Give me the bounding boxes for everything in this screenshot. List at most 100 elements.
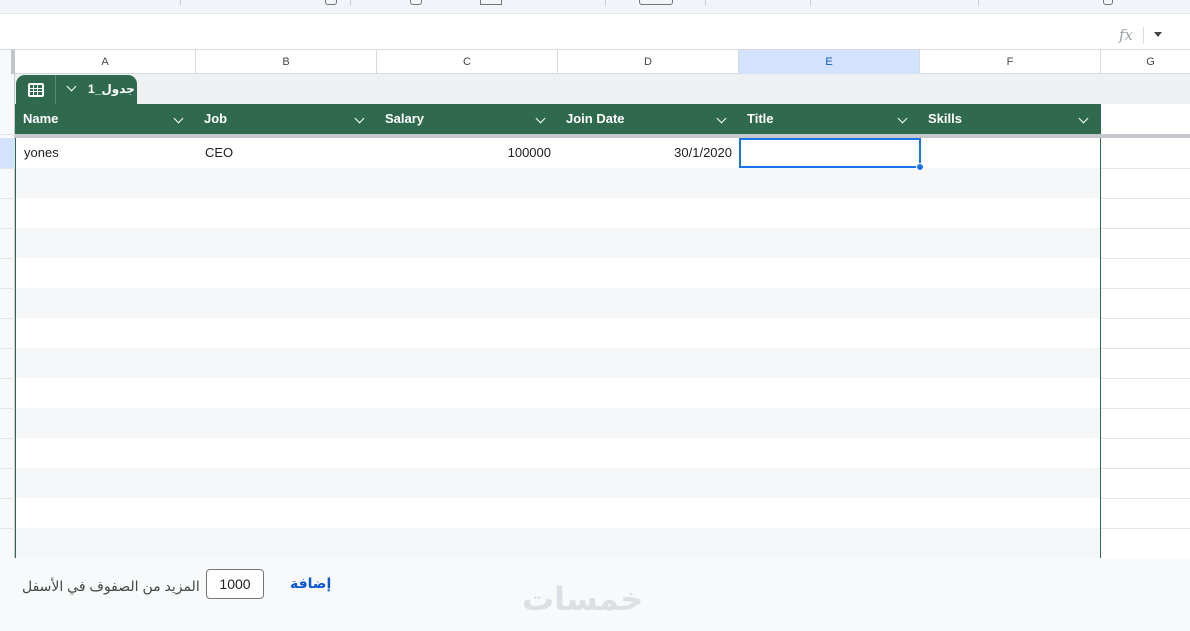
row-divider [0,228,15,229]
table-header-job[interactable]: Job [196,104,377,134]
table-row[interactable] [16,528,1100,558]
row-divider [1101,198,1190,199]
toolbar-separator [705,0,706,5]
table-row[interactable] [16,498,1100,528]
toolbar-separator [180,0,181,5]
watermark-logo: خمسات [522,580,644,618]
cell-skills[interactable] [921,138,1100,168]
toolbar-separator [605,0,606,5]
table-header-skills[interactable]: Skills [920,104,1101,134]
cell-salary[interactable]: 100000 [378,138,559,168]
cell-job[interactable]: CEO [197,138,378,168]
row-divider [0,198,15,199]
column-header-b[interactable]: B [196,50,377,74]
table-row[interactable] [16,468,1100,498]
toolbar-separator [978,0,979,5]
row-divider [1101,168,1190,169]
row-divider [0,134,15,135]
row-divider [0,408,15,409]
chevron-down-icon[interactable] [535,113,546,124]
row-divider [0,438,15,439]
toolbar-button[interactable] [410,0,422,5]
toolbar-button[interactable] [1103,0,1113,5]
expand-formula-bar-icon[interactable] [1154,32,1162,37]
column-header-e[interactable]: E [739,50,920,74]
table-row[interactable] [16,378,1100,408]
function-icon: fx [1119,26,1134,44]
row-divider [0,318,15,319]
table-icon[interactable] [16,75,56,104]
table-row[interactable] [16,228,1100,258]
row-divider [0,528,15,529]
column-header-g[interactable]: G [1101,50,1190,74]
table-row: yones CEO 100000 30/1/2020 [16,138,1100,168]
row-divider [1101,498,1190,499]
chevron-down-icon[interactable] [173,113,184,124]
formula-bar[interactable]: fx [0,20,1190,50]
cell-name[interactable]: yones [16,138,197,168]
table-body: yones CEO 100000 30/1/2020 [15,138,1101,558]
table-tab-strip [15,74,1190,104]
add-rows-button[interactable]: إضافة [290,575,331,592]
add-rows-footer: إضافة المزيد من الصفوف في الأسفل خمسات [0,558,1190,631]
table-row[interactable] [16,318,1100,348]
header-label: Join Date [566,111,625,126]
table-header-join-date[interactable]: Join Date [558,104,739,134]
row-divider [0,378,15,379]
column-header-a[interactable]: A [15,50,196,74]
more-rows-label: المزيد من الصفوف في الأسفل [22,578,200,594]
toolbar-button[interactable] [480,0,502,5]
row-divider [1101,258,1190,259]
row-divider [1101,468,1190,469]
column-header-f[interactable]: F [920,50,1101,74]
column-header-row: A B C D E F G [0,50,1190,74]
chevron-down-icon[interactable] [716,113,727,124]
header-label: Name [23,111,59,126]
header-label: Job [204,111,228,126]
toolbar-separator [810,0,811,5]
column-header-c[interactable]: C [377,50,558,74]
row-count-input[interactable] [206,569,264,599]
select-all-corner[interactable] [0,50,15,74]
row-divider [1101,528,1190,529]
chevron-down-icon[interactable] [1078,113,1089,124]
table-name: جدول_1 [88,82,135,96]
table-row[interactable] [16,348,1100,378]
row-divider [1101,348,1190,349]
row-divider [0,288,15,289]
table-row[interactable] [16,288,1100,318]
table-header-row: Name Job Salary Join Date Title Skills [15,104,1101,134]
row-divider [1101,378,1190,379]
table-header-salary[interactable]: Salary [377,104,558,134]
table-header-title[interactable]: Title [739,104,920,134]
header-label: Salary [385,111,425,126]
toolbar-dropdown[interactable] [639,0,673,5]
column-header-d[interactable]: D [558,50,739,74]
toolbar-button[interactable] [325,0,337,5]
chevron-down-icon[interactable] [354,113,365,124]
row-divider [0,168,15,169]
table-row[interactable] [16,168,1100,198]
table-row[interactable] [16,408,1100,438]
header-label: Skills [928,111,962,126]
selected-cell[interactable] [739,138,921,168]
toolbar-separator [350,0,351,5]
table-row[interactable] [16,198,1100,228]
chevron-down-icon[interactable] [66,81,77,92]
table-row[interactable] [16,258,1100,288]
chevron-down-icon[interactable] [897,113,908,124]
fill-handle[interactable] [916,163,924,171]
table-row[interactable] [16,438,1100,468]
toolbar [0,0,1190,14]
header-label: Title [747,111,774,126]
row-divider [0,348,15,349]
row-divider [0,468,15,469]
row-divider [1101,228,1190,229]
row-divider [1101,288,1190,289]
row-divider [0,258,15,259]
active-row-header[interactable] [0,138,15,168]
table-header-name[interactable]: Name [15,104,196,134]
row-divider [1101,408,1190,409]
table-tab[interactable]: جدول_1 [16,75,137,104]
cell-join-date[interactable]: 30/1/2020 [559,138,740,168]
